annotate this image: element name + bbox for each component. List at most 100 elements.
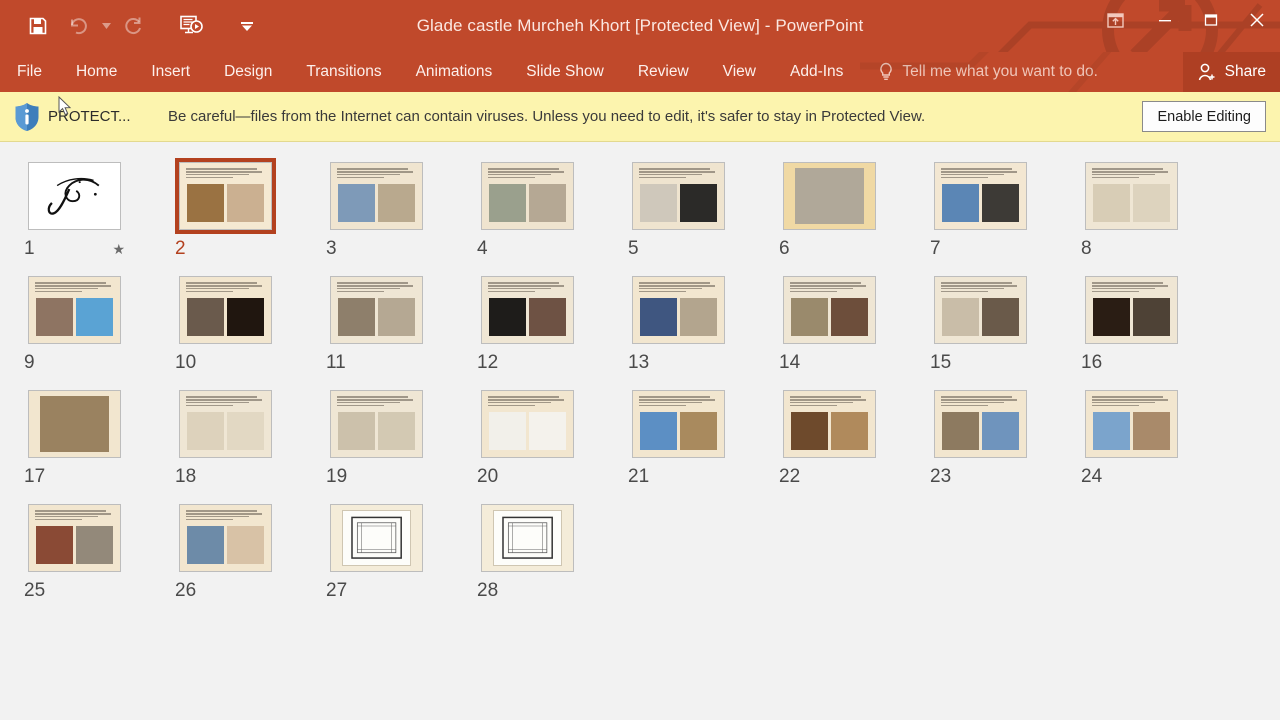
slide-thumbnail[interactable]	[930, 386, 1031, 462]
slide-thumbnail[interactable]	[1081, 158, 1182, 234]
slide-thumbnail[interactable]	[175, 386, 276, 462]
slide-thumbnail[interactable]	[326, 272, 427, 348]
slide-cell[interactable]: 16	[1081, 272, 1232, 374]
slide-cell[interactable]: 12	[477, 272, 628, 374]
slide-cell[interactable]: 26	[175, 500, 326, 602]
slide-cell[interactable]: 21	[628, 386, 779, 488]
slide-text-line	[941, 285, 1017, 287]
slide-cell[interactable]: 17	[24, 386, 175, 488]
share-button[interactable]: Share	[1182, 52, 1280, 92]
tab-slide-show[interactable]: Slide Show	[509, 52, 621, 92]
slide-thumbnail[interactable]	[779, 272, 880, 348]
slide-cell[interactable]: 8	[1081, 158, 1232, 260]
minimize-button[interactable]	[1142, 0, 1188, 40]
enable-editing-button[interactable]: Enable Editing	[1142, 101, 1266, 132]
slide-thumbnail[interactable]	[326, 500, 427, 576]
slide-cell[interactable]: 5	[628, 158, 779, 260]
slide-cell[interactable]: 25	[24, 500, 175, 602]
slide-thumbnail[interactable]	[628, 386, 729, 462]
slide-cell[interactable]: 4	[477, 158, 628, 260]
slide-thumbnail[interactable]	[24, 386, 125, 462]
slide-cell[interactable]: 28	[477, 500, 628, 602]
slide-cell[interactable]: 23	[930, 386, 1081, 488]
slide-thumbnail[interactable]	[477, 386, 578, 462]
tab-review[interactable]: Review	[621, 52, 706, 92]
slide-cell[interactable]: 18	[175, 386, 326, 488]
slide-thumbnail[interactable]	[628, 272, 729, 348]
tab-insert[interactable]: Insert	[134, 52, 207, 92]
slide-thumbnail[interactable]	[326, 158, 427, 234]
slide-cell[interactable]: 1 ★	[24, 158, 175, 260]
slide-images	[187, 184, 264, 223]
slide-cell[interactable]: 22	[779, 386, 930, 488]
close-icon	[1250, 13, 1264, 27]
slide-thumbnail[interactable]	[24, 500, 125, 576]
slide-preview	[1085, 276, 1178, 344]
slide-cell[interactable]: 14	[779, 272, 930, 374]
tab-animations[interactable]: Animations	[399, 52, 510, 92]
slide-thumbnail[interactable]	[477, 158, 578, 234]
slide-preview	[179, 162, 272, 230]
tab-add-ins[interactable]: Add-Ins	[773, 52, 860, 92]
slide-image	[680, 412, 717, 451]
slide-thumbnail[interactable]	[326, 386, 427, 462]
slide-cell[interactable]: 7	[930, 158, 1081, 260]
save-button[interactable]	[18, 6, 58, 46]
slide-text-line	[488, 290, 536, 293]
slide-text-line	[488, 288, 551, 290]
slide-thumbnail[interactable]	[628, 158, 729, 234]
slide-thumbnail[interactable]	[175, 500, 276, 576]
slide-thumbnail[interactable]	[175, 272, 276, 348]
slide-thumbnail[interactable]	[1081, 386, 1182, 462]
slide-image	[529, 298, 566, 337]
slide-thumbnail[interactable]	[779, 158, 880, 234]
slide-image	[831, 298, 868, 337]
redo-button[interactable]	[114, 6, 154, 46]
slide-cell[interactable]: 3	[326, 158, 477, 260]
slide-cell[interactable]: 9	[24, 272, 175, 374]
slide-thumbnail-selected[interactable]	[175, 158, 276, 234]
slide-cell[interactable]: 6	[779, 158, 930, 260]
tab-home[interactable]: Home	[59, 52, 134, 92]
tab-file[interactable]: File	[0, 52, 59, 92]
slide-thumbnail[interactable]	[24, 272, 125, 348]
ribbon-display-options-button[interactable]	[1088, 0, 1142, 40]
slide-cell[interactable]: 20	[477, 386, 628, 488]
slide-sorter-pane[interactable]: 1 ★ 2 3 4 5 6 7 8 9 10 11 12 13 14 15 16 17 18 19 20 21 22 23 24…	[0, 142, 1280, 720]
tab-view[interactable]: View	[706, 52, 773, 92]
ribbon-decoration	[860, 52, 1112, 92]
slide-cell[interactable]: 13	[628, 272, 779, 374]
start-presentation-button[interactable]	[172, 6, 212, 46]
undo-dropdown[interactable]	[98, 6, 114, 46]
slide-cell[interactable]: 19	[326, 386, 477, 488]
slide-image	[942, 412, 979, 451]
undo-button[interactable]	[58, 6, 98, 46]
slide-cell[interactable]: 10	[175, 272, 326, 374]
slide-thumbnail[interactable]	[779, 386, 880, 462]
restore-button[interactable]	[1188, 0, 1234, 40]
slide-cell[interactable]: 11	[326, 272, 477, 374]
slide-thumbnail[interactable]	[930, 272, 1031, 348]
slide-thumbnail[interactable]	[930, 158, 1031, 234]
slide-images	[489, 184, 566, 223]
slide-cell[interactable]: 2	[175, 158, 326, 260]
slide-cell[interactable]: 24	[1081, 386, 1232, 488]
customize-qat-button[interactable]	[232, 6, 262, 46]
slide-text-lines	[337, 396, 415, 407]
tab-transitions[interactable]: Transitions	[289, 52, 398, 92]
slide-text-line	[941, 399, 1017, 401]
slide-thumbnail[interactable]	[477, 500, 578, 576]
slide-image	[76, 526, 113, 565]
tab-design[interactable]: Design	[207, 52, 289, 92]
slide-cell[interactable]: 15	[930, 272, 1081, 374]
close-button[interactable]	[1234, 0, 1280, 40]
slide-thumbnail[interactable]	[477, 272, 578, 348]
slide-text-line	[639, 404, 687, 407]
slide-thumbnail[interactable]	[24, 158, 125, 234]
slide-text-lines	[186, 282, 264, 293]
slide-cell[interactable]: 27	[326, 500, 477, 602]
animation-star-icon[interactable]: ★	[112, 242, 125, 256]
slide-text-lines	[639, 282, 717, 293]
slide-text-lines	[790, 396, 868, 407]
slide-thumbnail[interactable]	[1081, 272, 1182, 348]
